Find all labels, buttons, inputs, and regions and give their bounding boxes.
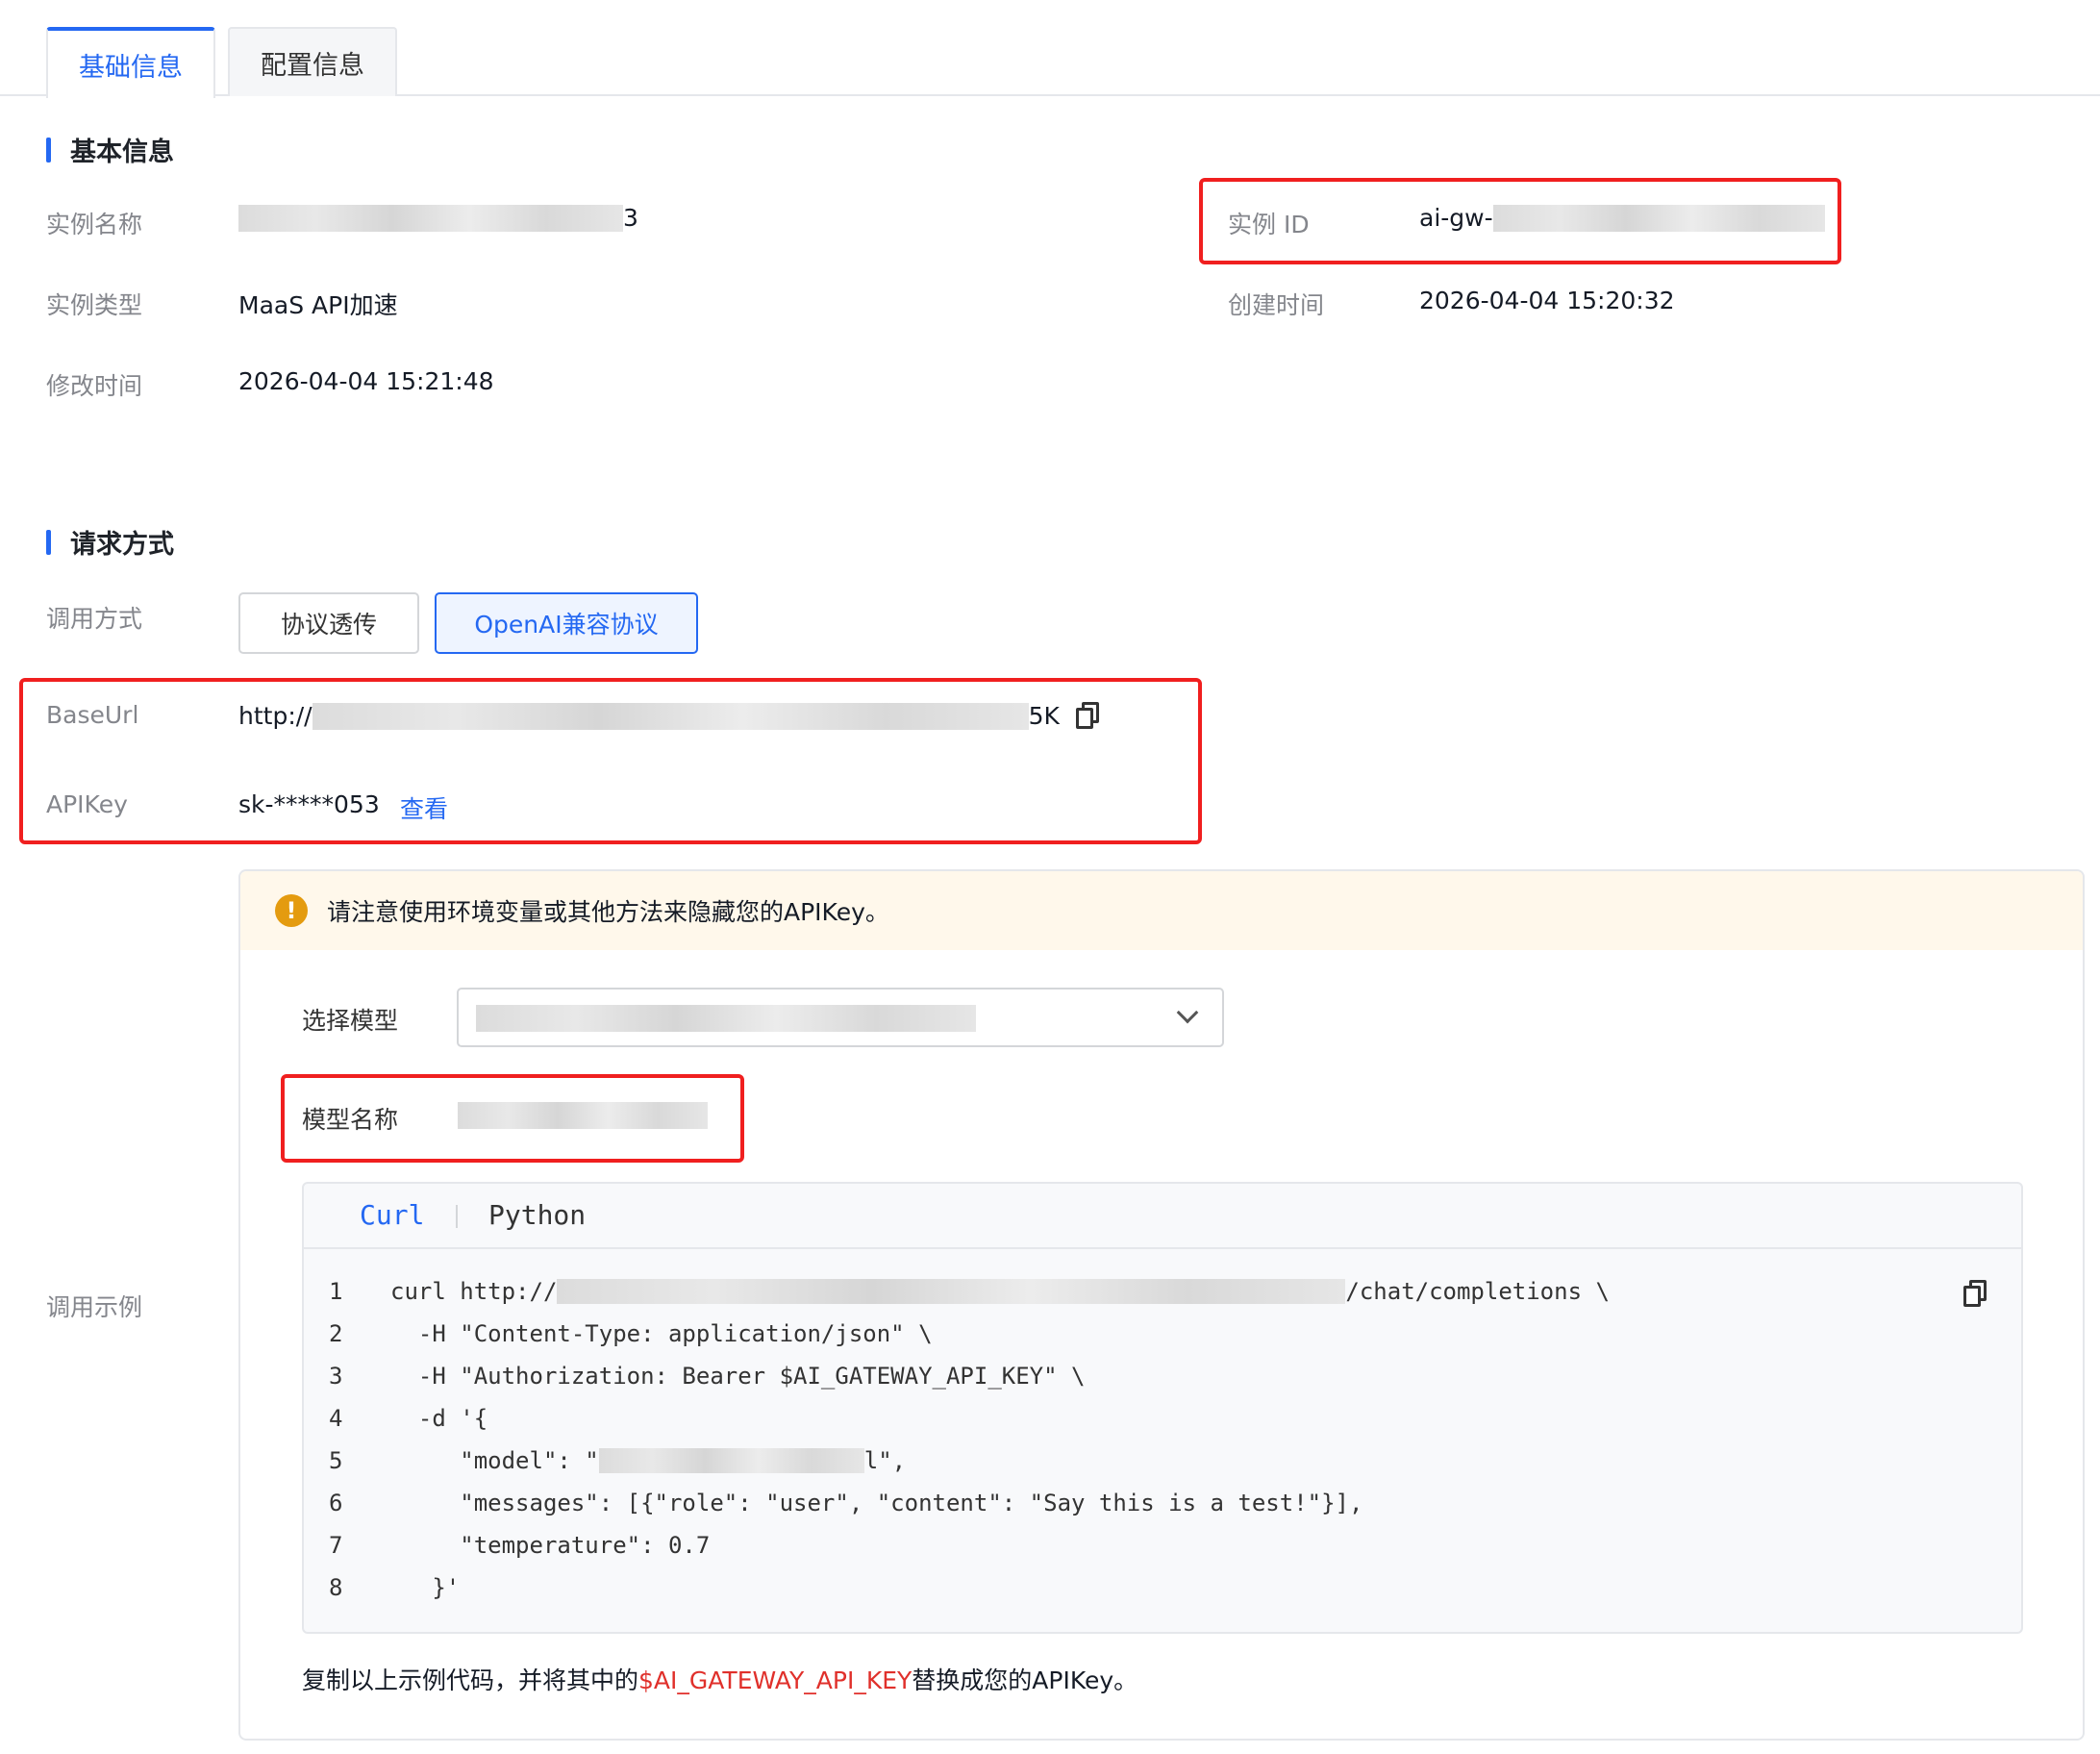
redacted-block [557, 1279, 1346, 1304]
tab-basic-info[interactable]: 基础信息 [46, 27, 215, 98]
modified-time-label: 修改时间 [46, 372, 143, 400]
base-url-label: BaseUrl [46, 701, 139, 729]
view-api-key-link[interactable]: 查看 [400, 790, 448, 825]
redacted-block [598, 1448, 864, 1473]
instance-name-value: 3 [238, 204, 638, 232]
tab-bar: 基础信息 配置信息 [0, 0, 2100, 98]
mode-passthrough-button[interactable]: 协议透传 [238, 592, 419, 654]
instance-type-value: MaaS API加速 [238, 291, 398, 319]
redacted-block [238, 204, 623, 232]
modified-time-value: 2026-04-04 15:21:48 [238, 367, 494, 395]
copy-icon[interactable] [1076, 702, 1099, 729]
call-mode-label: 调用方式 [46, 605, 143, 633]
model-name-value-redacted [458, 1102, 708, 1129]
instance-type-label: 实例类型 [46, 291, 143, 319]
instance-name-label: 实例名称 [46, 211, 143, 238]
basic-info-title: 基本信息 [70, 138, 174, 167]
copy-icon-front [1076, 708, 1093, 729]
warning-icon: ! [275, 894, 308, 927]
tab-divider [456, 1205, 458, 1228]
chevron-down-icon [1176, 1001, 1199, 1024]
basic-info-heading: 基本信息 [46, 131, 174, 168]
copy-icon-front [1963, 1286, 1981, 1307]
base-url-value: http://5K [238, 702, 1060, 730]
code-tab-python[interactable]: Python [488, 1199, 586, 1231]
redacted-block [1492, 204, 1825, 232]
created-time-value: 2026-04-04 15:20:32 [1419, 287, 1675, 314]
copy-code-icon[interactable] [1963, 1280, 1987, 1307]
code-example-box: Curl Python 1 curl http:///chat/completi… [302, 1182, 2023, 1634]
example-label: 调用示例 [46, 1293, 143, 1321]
instance-id-label: 实例 ID [1228, 211, 1310, 238]
env-var-highlight: $AI_GATEWAY_API_KEY [638, 1666, 912, 1694]
instance-id-value: ai-gw- [1419, 204, 1825, 232]
request-title: 请求方式 [70, 530, 174, 560]
model-name-label: 模型名称 [302, 1106, 399, 1134]
replace-key-note: 复制以上示例代码，并将其中的$AI_GATEWAY_API_KEY替换成您的AP… [302, 1666, 1138, 1694]
request-heading: 请求方式 [46, 523, 174, 561]
mode-openai-button[interactable]: OpenAI兼容协议 [435, 592, 698, 654]
redacted-block [312, 702, 1029, 730]
tab-config-info[interactable]: 配置信息 [228, 27, 397, 96]
api-key-value: sk-*****053 [238, 790, 380, 818]
select-model-label: 选择模型 [302, 1007, 399, 1035]
code-tab-curl[interactable]: Curl [360, 1199, 424, 1231]
code-tab-bar: Curl Python [304, 1184, 2021, 1249]
model-select[interactable] [457, 988, 1224, 1047]
api-key-label: APIKey [46, 790, 128, 818]
created-time-label: 创建时间 [1228, 291, 1325, 319]
notice-text: 请注意使用环境变量或其他方法来隐藏您的APIKey。 [327, 898, 889, 926]
section-marker [46, 137, 51, 163]
section-marker [46, 529, 51, 555]
redacted-block [476, 1005, 976, 1032]
apikey-notice: ! 请注意使用环境变量或其他方法来隐藏您的APIKey。 [240, 871, 2083, 950]
